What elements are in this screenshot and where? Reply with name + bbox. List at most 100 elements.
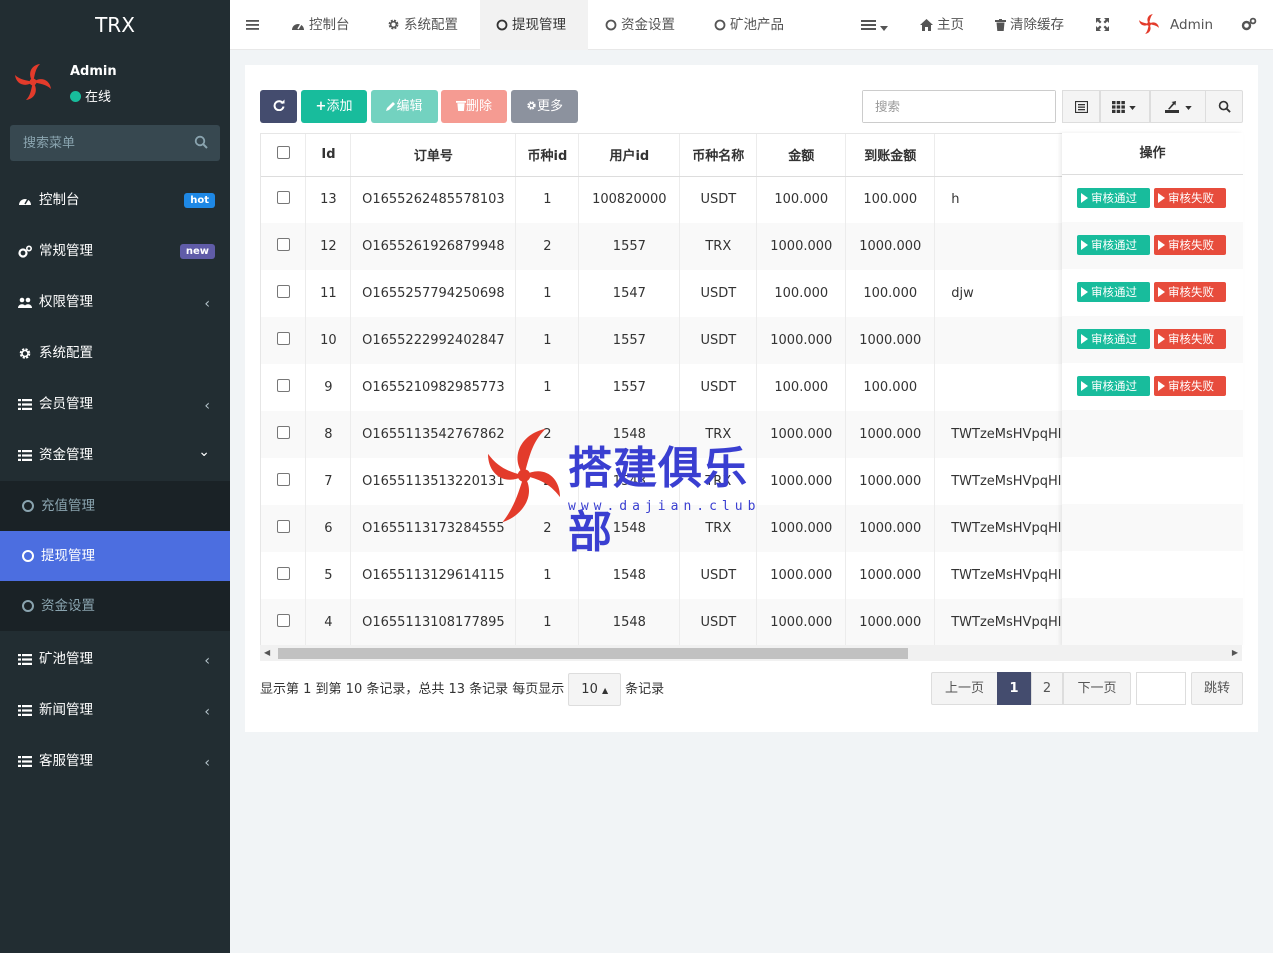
menu-label: 矿池管理: [39, 651, 93, 667]
cell-coin-name: USDT: [679, 270, 758, 317]
tab-mining-products[interactable]: 矿池产品: [714, 0, 784, 50]
menu-search-input[interactable]: [10, 125, 180, 161]
actions-cell: [1062, 551, 1243, 598]
caret-down-icon: [1185, 106, 1192, 110]
reject-button[interactable]: 审核失败: [1154, 376, 1226, 396]
menu-item-permissions[interactable]: 权限管理 ‹: [0, 277, 230, 328]
edit-button[interactable]: 编辑: [371, 90, 438, 123]
col-header-amount[interactable]: 金额: [756, 134, 847, 177]
col-header-received[interactable]: 到账金额: [845, 134, 936, 177]
row-select-cell: [261, 599, 307, 646]
tab-label: 矿池产品: [730, 17, 784, 33]
cell-coin-id: 1: [515, 270, 580, 317]
scrollbar-thumb[interactable]: [278, 648, 908, 659]
table-search-input[interactable]: [863, 91, 1055, 122]
row-checkbox[interactable]: [276, 191, 290, 205]
menu-dropdown-button[interactable]: [861, 0, 892, 50]
row-checkbox[interactable]: [276, 520, 290, 533]
list-icon: [861, 20, 876, 30]
home-link[interactable]: 主页: [920, 0, 964, 50]
delete-button[interactable]: 删除: [441, 90, 507, 123]
page-1-button[interactable]: 1: [997, 672, 1031, 705]
actions-column: 操作 审核通过 审核失败 审核通过 审核失败 审核通过 审核失败 审核通过 审核失败 审核通过审…: [1062, 133, 1243, 647]
menu-item-funds[interactable]: 资金管理 ⌄: [0, 430, 230, 481]
search-button[interactable]: [1205, 90, 1243, 123]
admin-menu[interactable]: Admin: [1138, 0, 1213, 50]
row-checkbox[interactable]: [276, 567, 290, 580]
add-button[interactable]: +添加: [301, 90, 367, 123]
columns-button[interactable]: [1100, 90, 1150, 123]
menu-item-mining-pool[interactable]: 矿池管理 ‹: [0, 634, 230, 685]
sidebar-toggle[interactable]: [246, 0, 263, 50]
prev-page-button[interactable]: 上一页: [931, 672, 998, 705]
menu-item-members[interactable]: 会员管理 ‹: [0, 379, 230, 430]
settings-button[interactable]: [1241, 0, 1261, 50]
submenu-item-withdraw[interactable]: 提现管理: [0, 531, 230, 581]
row-checkbox[interactable]: [276, 473, 290, 486]
reject-button[interactable]: 审核失败: [1154, 188, 1226, 208]
cell-amount: 100.000: [756, 176, 847, 223]
tab-fund-settings[interactable]: 资金设置: [605, 0, 675, 50]
cell-order-no: O1655210982985773: [350, 364, 517, 411]
cell-id: 10: [305, 317, 352, 364]
col-header-order-no[interactable]: 订单号: [350, 134, 517, 177]
brand-title[interactable]: TRX: [0, 0, 230, 50]
cell-amount: 1000.000: [756, 223, 847, 270]
approve-button[interactable]: 审核通过: [1077, 329, 1150, 349]
jump-button[interactable]: 跳转: [1191, 672, 1243, 705]
jump-page-input[interactable]: [1136, 672, 1186, 705]
col-header-id[interactable]: Id: [305, 134, 352, 177]
row-checkbox[interactable]: [276, 238, 290, 251]
row-checkbox[interactable]: [276, 285, 290, 298]
export-button[interactable]: [1150, 90, 1210, 123]
menu-item-customer-service[interactable]: 客服管理 ‹: [0, 736, 230, 787]
submenu-item-recharge[interactable]: 充值管理: [0, 481, 230, 531]
cell-coin-id: 1: [515, 599, 580, 646]
chevron-down-icon: ⌄: [198, 444, 210, 460]
tab-dashboard[interactable]: 控制台: [291, 0, 350, 50]
approve-button[interactable]: 审核通过: [1077, 282, 1150, 302]
menu-item-news[interactable]: 新闻管理 ‹: [0, 685, 230, 736]
cell-order-no: O1655262485578103: [350, 176, 517, 223]
cell-coin-id: 1: [515, 176, 580, 223]
next-page-button[interactable]: 下一页: [1063, 672, 1131, 705]
cell-user-id: 1557: [578, 223, 681, 270]
row-checkbox[interactable]: [276, 332, 290, 345]
fullscreen-button[interactable]: [1096, 0, 1113, 50]
row-checkbox[interactable]: [276, 426, 290, 439]
cell-order-no: O1655113108177895: [350, 599, 517, 646]
page-2-button[interactable]: 2: [1031, 672, 1063, 705]
scroll-right-icon[interactable]: ▶: [1232, 648, 1238, 657]
cell-received: 1000.000: [845, 411, 936, 458]
reject-button[interactable]: 审核失败: [1154, 235, 1226, 255]
approve-button[interactable]: 审核通过: [1077, 376, 1150, 396]
tab-withdraw[interactable]: 提现管理: [480, 0, 588, 50]
submenu-item-fund-settings[interactable]: 资金设置: [0, 581, 230, 631]
menu-item-dashboard[interactable]: 控制台 hot: [0, 175, 230, 226]
row-checkbox[interactable]: [276, 379, 290, 392]
main-panel: +添加 编辑 删除 更多 Id 订单号: [245, 65, 1258, 732]
page-size-select[interactable]: 10 ▲: [568, 673, 622, 706]
col-header-user-id[interactable]: 用户id: [578, 134, 681, 177]
menu-item-system-config[interactable]: 系统配置: [0, 328, 230, 379]
gear-icon: [527, 101, 536, 110]
approve-button[interactable]: 审核通过: [1077, 235, 1150, 255]
tab-system-config[interactable]: 系统配置: [387, 0, 458, 50]
scroll-left-icon[interactable]: ◀: [264, 648, 270, 657]
approve-button[interactable]: 审核通过: [1077, 188, 1150, 208]
clear-cache-button[interactable]: 清除缓存: [995, 0, 1064, 50]
menu-item-general[interactable]: 常规管理 new: [0, 226, 230, 277]
reject-button[interactable]: 审核失败: [1154, 329, 1226, 349]
list-icon: [18, 756, 32, 767]
row-checkbox[interactable]: [276, 614, 290, 627]
col-header-coin-id[interactable]: 币种id: [515, 134, 580, 177]
horizontal-scrollbar[interactable]: ◀ ▶: [260, 645, 1242, 661]
search-icon[interactable]: [194, 135, 208, 149]
refresh-button[interactable]: [260, 90, 297, 123]
reject-button[interactable]: 审核失败: [1154, 282, 1226, 302]
col-header-coin-name[interactable]: 币种名称: [679, 134, 758, 177]
select-all-checkbox[interactable]: [276, 146, 290, 160]
more-button[interactable]: 更多: [511, 90, 578, 123]
cell-amount: 1000.000: [756, 317, 847, 364]
toggle-view-button[interactable]: [1062, 90, 1100, 123]
